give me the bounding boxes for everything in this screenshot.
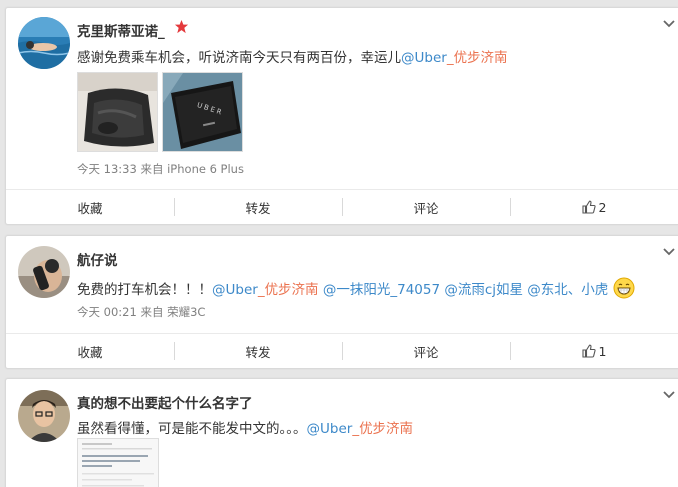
star-icon[interactable] bbox=[174, 19, 189, 34]
post-time[interactable]: 今天 00:21 bbox=[77, 305, 137, 319]
feed-card-1: 克里斯蒂亚诺_ 感谢免费乘车机会，听说济南今天只有两百份，幸运儿@Uber_优步… bbox=[5, 7, 678, 225]
post-device[interactable]: iPhone 6 Plus bbox=[167, 162, 244, 176]
post-time[interactable]: 今天 13:33 bbox=[77, 162, 137, 176]
post-device[interactable]: 荣耀3C bbox=[167, 305, 205, 319]
like-count: 1 bbox=[598, 343, 607, 359]
grin-emoji-icon bbox=[613, 277, 635, 299]
post-from-label: 来自 bbox=[140, 305, 164, 319]
post-meta: 今天 13:33 来自 iPhone 6 Plus bbox=[77, 161, 244, 177]
avatar[interactable] bbox=[18, 390, 70, 442]
favorite-button[interactable]: 收藏 bbox=[6, 334, 174, 368]
chevron-down-icon[interactable] bbox=[662, 17, 676, 31]
thumbs-up-icon bbox=[581, 200, 596, 214]
user-name[interactable]: 克里斯蒂亚诺_ bbox=[77, 20, 165, 40]
post-meta: 今天 00:21 来自 荣耀3C bbox=[77, 304, 205, 320]
post-text: 免费的打车机会！！！@Uber_优步济南 @一抹阳光_74057 @流雨cj如星… bbox=[77, 277, 635, 299]
like-button[interactable]: 1 bbox=[510, 334, 678, 368]
post-text-body: 虽然看得懂，可是能不能发中文的。。。 bbox=[77, 421, 307, 437]
like-count: 2 bbox=[598, 199, 607, 215]
post-from-label: 来自 bbox=[140, 162, 164, 176]
repost-button[interactable]: 转发 bbox=[174, 334, 342, 368]
like-button[interactable]: 2 bbox=[510, 190, 678, 224]
chevron-down-icon[interactable] bbox=[662, 245, 676, 259]
post-image[interactable] bbox=[77, 438, 159, 487]
post-text: 虽然看得懂，可是能不能发中文的。。。@Uber_优步济南 bbox=[77, 417, 413, 437]
comment-button[interactable]: 评论 bbox=[342, 334, 510, 368]
action-bar: 收藏 转发 评论 1 bbox=[6, 333, 678, 368]
post-image-2[interactable]: UBER bbox=[162, 72, 243, 152]
favorite-button[interactable]: 收藏 bbox=[6, 190, 174, 224]
mention-link[interactable]: @Uber_优步济南 bbox=[401, 50, 508, 66]
avatar[interactable] bbox=[18, 17, 70, 69]
chevron-down-icon[interactable] bbox=[662, 388, 676, 402]
mention-links[interactable]: @一抹阳光_74057 @流雨cj如星 @东北、小虎 bbox=[319, 282, 608, 298]
action-bar: 收藏 转发 评论 2 bbox=[6, 189, 678, 224]
mention-link[interactable]: @Uber_优步济南 bbox=[307, 421, 414, 437]
avatar[interactable] bbox=[18, 246, 70, 298]
comment-button[interactable]: 评论 bbox=[342, 190, 510, 224]
mention-link[interactable]: @Uber_优步济南 bbox=[212, 282, 319, 298]
user-name[interactable]: 真的想不出要起个什么名字了 bbox=[77, 392, 253, 412]
feed-card-3: 真的想不出要起个什么名字了 虽然看得懂，可是能不能发中文的。。。@Uber_优步… bbox=[5, 378, 678, 487]
post-text-body: 免费的打车机会！！！ bbox=[77, 282, 212, 298]
post-text: 感谢免费乘车机会，听说济南今天只有两百份，幸运儿@Uber_优步济南 bbox=[77, 46, 508, 66]
post-text-body: 感谢免费乘车机会，听说济南今天只有两百份，幸运儿 bbox=[77, 50, 401, 66]
user-name[interactable]: 航仔说 bbox=[77, 249, 118, 269]
thumbs-up-icon bbox=[581, 344, 596, 358]
post-image-1[interactable] bbox=[77, 72, 158, 152]
repost-button[interactable]: 转发 bbox=[174, 190, 342, 224]
feed-card-2: 航仔说 免费的打车机会！！！@Uber_优步济南 @一抹阳光_74057 @流雨… bbox=[5, 235, 678, 369]
